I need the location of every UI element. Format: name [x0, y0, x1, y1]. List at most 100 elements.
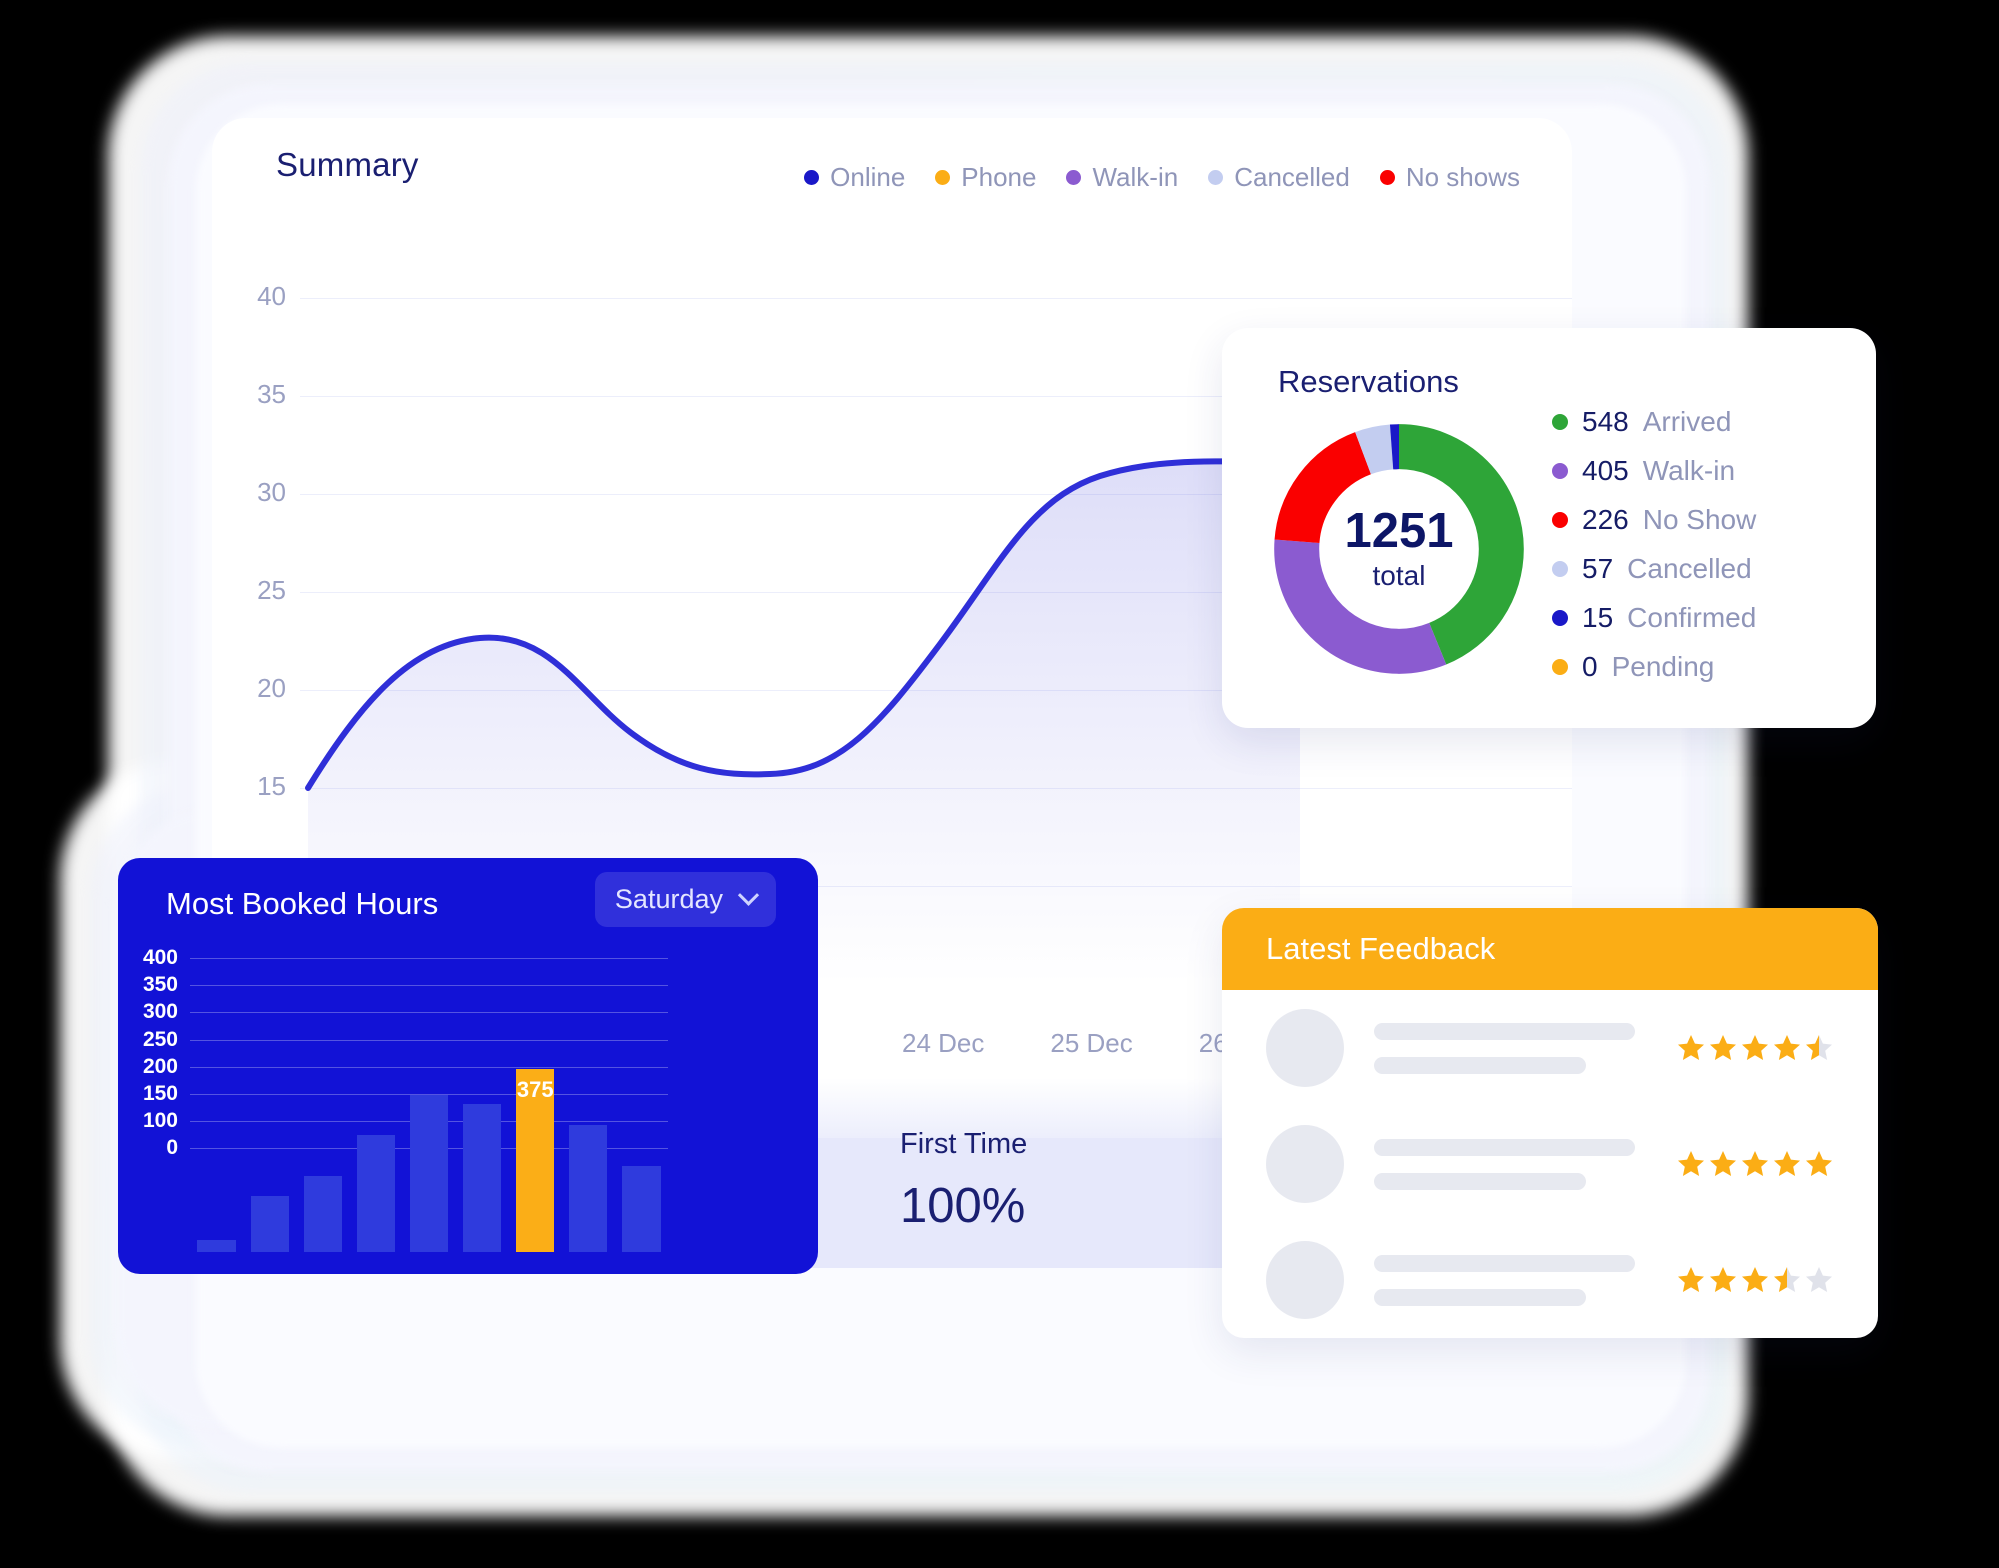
bar-slot[interactable] [296, 1052, 349, 1252]
reservation-status-label: Arrived [1642, 406, 1732, 437]
bar-x-axis-tick-label: 18:00 [402, 1271, 455, 1274]
chevron-down-icon [737, 884, 760, 906]
bar-gridline [190, 985, 668, 987]
bar-slot[interactable] [402, 1052, 455, 1252]
placeholder-line [1374, 1138, 1636, 1156]
rating-stars [1676, 1149, 1834, 1179]
date-axis-label: 24 Dec [902, 1028, 985, 1058]
legend-dot-icon [1552, 414, 1568, 430]
bar-chart-x-axis: 14:0015:0016:0017:0018:0019;0020:0021:00… [190, 1271, 668, 1274]
bar[interactable] [569, 1125, 608, 1252]
legend-dot-icon [1552, 561, 1568, 577]
bar-chart-bars: 375 [190, 1052, 668, 1252]
legend-dot-icon [1208, 170, 1224, 185]
legend-item-label: Walk-in [1092, 162, 1179, 192]
bar-slot[interactable] [190, 1052, 243, 1252]
star-icon [1774, 1151, 1800, 1176]
y-axis-tick-label: 20 [257, 673, 286, 703]
feedback-row[interactable] [1222, 990, 1878, 1106]
bar-x-axis-tick-label: 17:00 [349, 1271, 402, 1274]
y-axis-tick-label: 30 [257, 477, 286, 507]
rating-stars [1676, 1265, 1834, 1295]
star-icon [1774, 1267, 1800, 1292]
reservation-count: 226 [1582, 504, 1629, 535]
reservation-status-label: No Show [1642, 504, 1757, 535]
legend-item: Walk-in [1066, 162, 1178, 193]
placeholder-line [1374, 1254, 1636, 1272]
legend-dot-icon [1552, 512, 1568, 528]
rating-stars [1676, 1033, 1834, 1063]
legend-item-label: Cancelled [1234, 162, 1350, 192]
reservation-count: 405 [1582, 455, 1629, 486]
bar-slot[interactable] [615, 1052, 668, 1252]
bar[interactable]: 375 [516, 1069, 555, 1252]
legend-item-label: Phone [961, 162, 1037, 192]
avatar [1266, 1009, 1344, 1087]
legend-dot-icon [1066, 170, 1082, 185]
legend-dot-icon [1552, 463, 1568, 479]
star-icon [1710, 1151, 1736, 1176]
reservation-status-label: Pending [1611, 651, 1715, 682]
legend-item: Phone [935, 162, 1036, 193]
bar-slot[interactable] [243, 1052, 296, 1252]
bar-gridline [190, 958, 668, 959]
bar[interactable] [462, 1104, 502, 1252]
reservation-legend-item: 405 Walk-in [1552, 455, 1756, 487]
legend-item-label: Online [830, 162, 906, 192]
bar[interactable] [622, 1165, 661, 1252]
star-icon [1774, 1035, 1800, 1060]
bar[interactable] [303, 1176, 342, 1252]
star-icon [1742, 1267, 1768, 1292]
star-icon [1742, 1151, 1768, 1176]
bar[interactable] [356, 1135, 395, 1252]
latest-feedback-card: Latest Feedback [1222, 908, 1878, 1338]
bar-y-axis-tick-label: 300 [142, 1000, 178, 1024]
legend-dot-icon [1379, 170, 1395, 185]
dashboard-illustration: Summary Online Phone Walk-in Cancelled No sh… [0, 0, 1999, 1568]
bar-x-axis-tick-label: 15:00 [243, 1271, 296, 1274]
reservation-legend-item: 57 Cancelled [1552, 553, 1756, 585]
bar-x-axis-tick-label: 14:00 [190, 1271, 243, 1274]
reservation-status-label: Walk-in [1642, 455, 1736, 486]
bar[interactable] [409, 1095, 449, 1252]
bar-y-axis-tick-label: 200 [142, 1054, 178, 1078]
bar-slot[interactable] [349, 1052, 402, 1252]
feedback-row[interactable] [1222, 1106, 1878, 1222]
star-icon [1806, 1035, 1832, 1060]
placeholder-line [1374, 1172, 1587, 1190]
reservations-donut-chart: 1251 total [1264, 414, 1534, 684]
bar-slot[interactable] [456, 1052, 509, 1252]
placeholder-line [1374, 1022, 1636, 1040]
bar-slot[interactable] [562, 1052, 615, 1252]
reservation-legend-item: 15 Confirmed [1552, 602, 1756, 634]
feedback-row[interactable] [1222, 1222, 1878, 1338]
stat-value: 100% [900, 1178, 1026, 1233]
bar-gridline [190, 1039, 668, 1041]
bar-y-axis-tick-label: 400 [142, 946, 178, 969]
star-icon [1806, 1151, 1832, 1176]
bar[interactable] [197, 1239, 236, 1252]
bar-y-axis-tick-label: 150 [142, 1082, 178, 1105]
bar-x-axis-tick-label: 19;00 [456, 1271, 509, 1274]
bar-slot[interactable]: 375 [509, 1052, 562, 1252]
reservation-legend-item: 0 Pending [1552, 651, 1756, 683]
bar-x-axis-tick-label: 21:00 [562, 1271, 615, 1274]
placeholder-line [1374, 1288, 1587, 1306]
feedback-text-placeholder [1374, 1138, 1646, 1190]
star-icon [1742, 1035, 1768, 1060]
reservation-legend-item: 226 No Show [1552, 504, 1756, 536]
bar-x-axis-tick-label: 22:00 [615, 1271, 668, 1274]
day-select-dropdown[interactable]: Saturday [594, 872, 776, 927]
chart-legend: Online Phone Walk-in Cancelled No shows [804, 162, 1520, 193]
legend-item-label: No shows [1405, 162, 1520, 192]
feedback-text-placeholder [1374, 1022, 1646, 1074]
reservation-legend-item: 548 Arrived [1552, 406, 1756, 438]
star-icon [1710, 1267, 1736, 1292]
bar[interactable] [250, 1195, 289, 1252]
legend-item: Cancelled [1208, 162, 1350, 193]
y-axis-tick-label: 35 [257, 379, 286, 409]
y-axis-tick-label: 15 [257, 771, 286, 801]
y-axis-tick-label: 25 [257, 575, 286, 605]
star-icon [1678, 1035, 1704, 1060]
stat-block: First Time 100% [900, 1128, 1040, 1267]
